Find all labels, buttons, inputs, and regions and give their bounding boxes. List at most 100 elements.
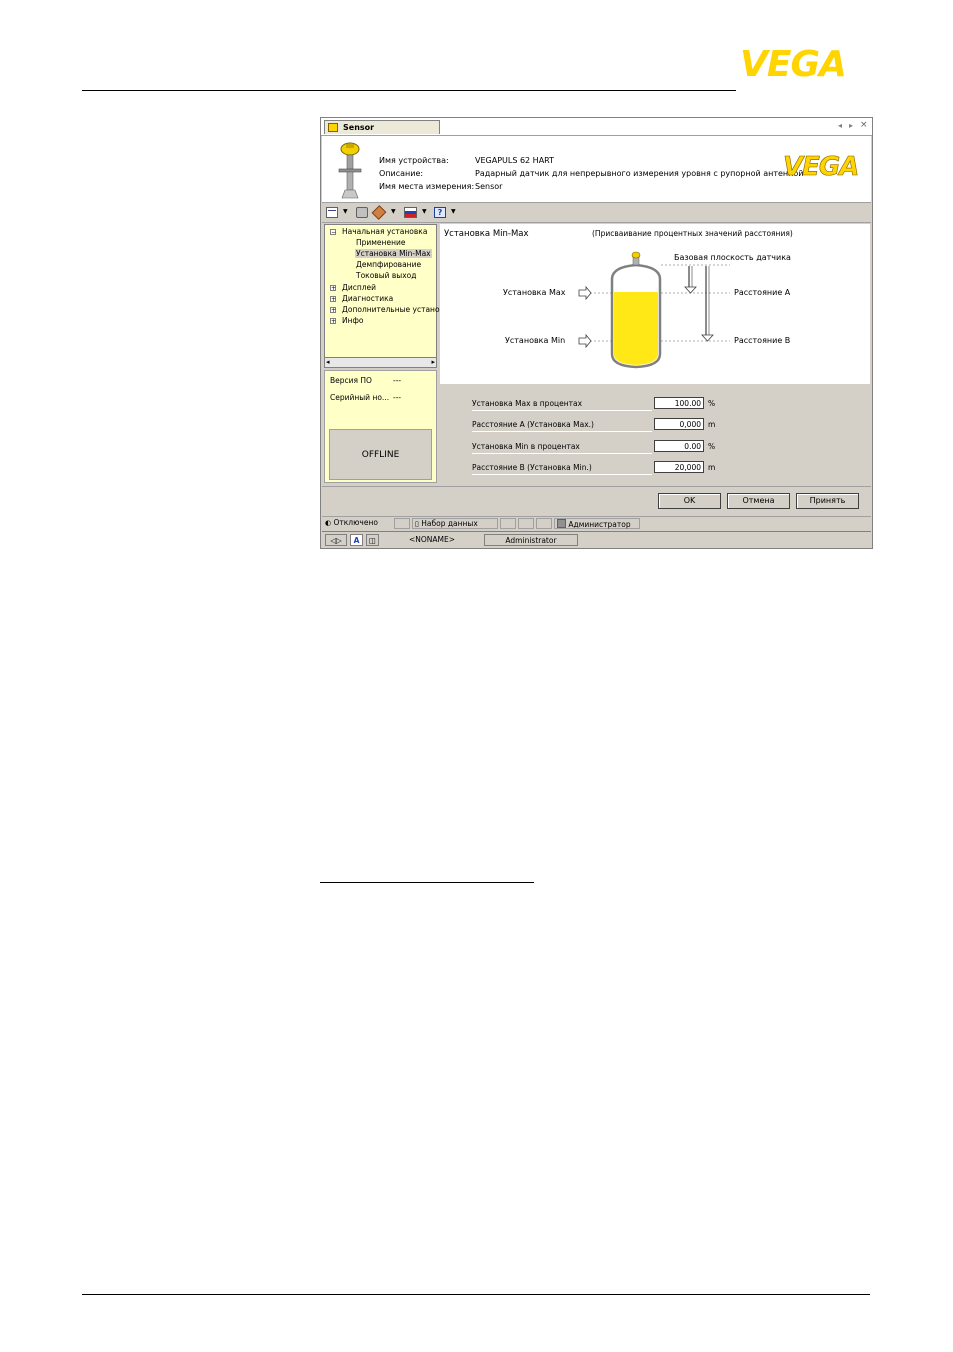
dialog-buttons: OK Отмена Принять <box>322 486 871 515</box>
distance-a-arrow-icon <box>684 286 697 294</box>
distance-b-unit: m <box>708 463 716 472</box>
scroll-right-icon[interactable]: ▸ <box>431 358 435 366</box>
serial-label: Серийный но... <box>330 393 390 402</box>
user-icon <box>557 519 566 528</box>
min-percent-input[interactable]: 0.00 <box>654 440 704 452</box>
role-status-text: Администратор <box>568 520 631 529</box>
tree-toggle-diagnostics[interactable]: + <box>330 296 336 303</box>
serial-value: --- <box>393 393 402 402</box>
toggle-icon[interactable]: ◫ <box>366 534 379 546</box>
distance-b-input[interactable]: 20,000 <box>654 461 704 473</box>
help-icon[interactable]: ? <box>434 207 446 218</box>
help-dropdown-icon[interactable]: ▼ <box>451 208 456 215</box>
header-rule <box>82 90 736 91</box>
measurement-name-label: Имя места измерения: <box>379 182 475 191</box>
device-info-panel: Версия ПО --- Серийный но... --- OFFLINE <box>324 370 437 483</box>
disconnected-icon: ◐ <box>325 519 332 527</box>
connection-status: ◐ Отключено <box>323 518 393 529</box>
footer-rule <box>82 1294 870 1295</box>
max-percent-input[interactable]: 100.00 <box>654 397 704 409</box>
max-arrow-icon <box>578 285 592 301</box>
tools-dropdown-icon[interactable]: ▼ <box>391 208 396 215</box>
header-vega-logo: VEGA <box>783 152 860 183</box>
firmware-label: Версия ПО <box>330 376 372 385</box>
dataset-status-text: Набор данных <box>421 519 478 528</box>
measurement-name-value: Sensor <box>475 182 503 191</box>
distance-a-input[interactable]: 0,000 <box>654 418 704 430</box>
status-cell-blank <box>518 518 534 529</box>
tree-horizontal-scrollbar[interactable]: ◂ ▸ <box>324 357 437 368</box>
device-header: Имя устройства: VEGAPULS 62 HART Описани… <box>322 136 871 203</box>
footnote-rule <box>320 882 534 883</box>
distance-b-field-label: Расстояние B (Установка Min.) <box>472 463 592 472</box>
cancel-button[interactable]: Отмена <box>727 493 790 509</box>
language-flag-icon[interactable] <box>404 207 417 218</box>
offline-indicator: OFFLINE <box>329 429 432 480</box>
app-status-bar: ◁▷ A ◫ <NONAME> Administrator <box>322 531 871 548</box>
toolbar: ▼ ▼ ▼ ? ▼ <box>322 204 871 223</box>
row-separator <box>472 453 652 454</box>
tree-item-damping[interactable]: Демпфирование <box>356 260 421 269</box>
device-name-label: Имя устройства: <box>379 156 449 165</box>
apply-button[interactable]: Принять <box>796 493 859 509</box>
role-status: Администратор <box>554 518 640 529</box>
tree-item-min-max[interactable]: Установка Min-Max <box>355 249 432 258</box>
tree-toggle-info[interactable]: + <box>330 318 336 325</box>
min-percent-label: Установка Min в процентах <box>472 442 580 451</box>
status-cell-blank <box>500 518 516 529</box>
tree-item-additional[interactable]: Дополнительные установ <box>342 305 444 314</box>
min-max-diagram: Установка Min-Max (Присваивание процентн… <box>440 224 870 384</box>
nav-arrows-icon[interactable]: ◁▷ <box>325 534 347 546</box>
scroll-left-icon[interactable]: ◂ <box>326 358 330 366</box>
dataset-status: ▯ Набор данных <box>412 518 498 529</box>
tree-item-diagnostics[interactable]: Диагностика <box>342 294 393 303</box>
max-percent-label: Установка Max в процентах <box>472 399 583 408</box>
close-icon[interactable]: × <box>860 120 868 130</box>
vega-logo: VEGA <box>740 44 847 85</box>
parameter-panel: Установка Max в процентах 100.00 % Расст… <box>440 384 870 484</box>
tree-item-current-output[interactable]: Токовый выход <box>356 271 416 280</box>
distance-b-arrow-icon <box>701 334 714 342</box>
dataset-icon: ▯ <box>415 520 419 528</box>
radar-sensor-icon <box>338 142 362 199</box>
tab-bar: Sensor Parametrierung ◂ ▸ × <box>321 118 872 146</box>
print-button[interactable] <box>356 207 368 218</box>
language-dropdown-icon[interactable]: ▼ <box>422 208 427 215</box>
row-separator <box>472 410 652 411</box>
device-name-value: VEGAPULS 62 HART <box>475 156 555 165</box>
tank-fill <box>614 292 658 365</box>
tree-item-info[interactable]: Инфо <box>342 316 364 325</box>
tree-item-application[interactable]: Применение <box>356 238 405 247</box>
tree-toggle-display[interactable]: + <box>330 285 336 292</box>
distance-a-field-label: Расстояние A (Установка Max.) <box>472 420 594 429</box>
view-dropdown-icon[interactable]: ▼ <box>343 208 348 215</box>
row-separator <box>472 474 652 475</box>
min-arrow-icon <box>578 333 592 349</box>
tree-toggle-setup[interactable]: − <box>330 229 336 236</box>
firmware-value: --- <box>393 376 402 385</box>
max-percent-unit: % <box>708 399 716 408</box>
status-cell-blank <box>394 518 410 529</box>
row-separator <box>472 431 652 432</box>
ok-button[interactable]: OK <box>658 493 721 509</box>
sensor-tab-icon <box>328 123 338 132</box>
tree-item-display[interactable]: Дисплей <box>342 283 376 292</box>
description-value: Радарный датчик для непрерывного измерен… <box>475 169 804 178</box>
current-user: Administrator <box>484 534 578 546</box>
status-cell-blank <box>536 518 552 529</box>
status-bar: ◐ Отключено ▯ Набор данных Администратор <box>322 516 871 530</box>
view-button[interactable] <box>326 207 338 218</box>
min-percent-unit: % <box>708 442 716 451</box>
tab-nav-left-icon[interactable]: ◂ <box>838 121 842 130</box>
distance-a-unit: m <box>708 420 716 429</box>
tree-item-setup[interactable]: Начальная установка <box>342 227 427 236</box>
tree-toggle-additional[interactable]: + <box>330 307 336 314</box>
tank-illustration <box>578 251 730 369</box>
connection-status-text: Отключено <box>333 518 378 527</box>
navigation-tree: − Начальная установка Применение Установ… <box>324 224 444 368</box>
mode-a-icon[interactable]: A <box>350 534 363 546</box>
project-name: <NONAME> <box>408 535 456 544</box>
tab-nav-right-icon[interactable]: ▸ <box>849 121 853 130</box>
tools-button[interactable] <box>371 205 387 220</box>
tab-sensor-parametrierung[interactable]: Sensor Parametrierung <box>324 120 440 146</box>
